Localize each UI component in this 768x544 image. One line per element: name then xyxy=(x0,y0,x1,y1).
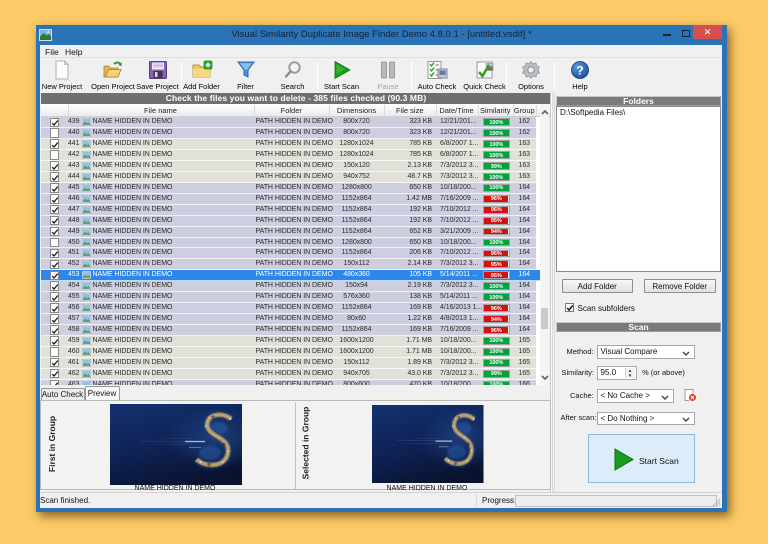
svg-text:?: ? xyxy=(576,64,583,78)
